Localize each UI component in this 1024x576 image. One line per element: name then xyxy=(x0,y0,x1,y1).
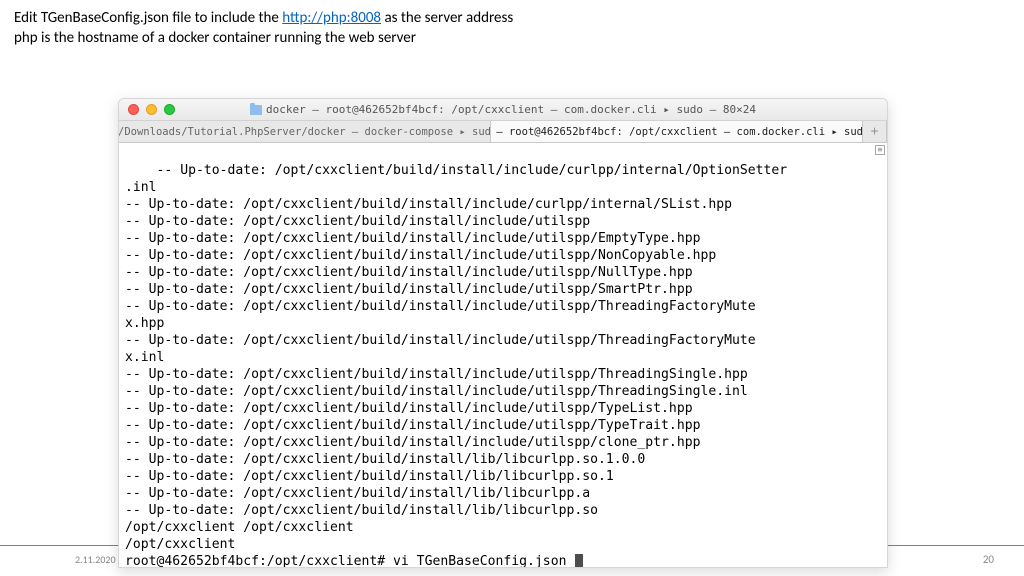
slide-number: 20 xyxy=(983,553,994,566)
server-url-link[interactable]: http://php:8008 xyxy=(282,9,381,27)
slide-instruction: Edit TGenBaseConfig.json file to include… xyxy=(14,8,513,49)
tab-bar: ~/Downloads/Tutorial.PhpServer/docker — … xyxy=(119,121,887,143)
shell-prompt: root@462652bf4bcf:/opt/cxxclient# xyxy=(125,554,393,567)
terminal-output[interactable]: ≡-- Up-to-date: /opt/cxxclient/build/ins… xyxy=(119,143,887,567)
minimize-icon[interactable] xyxy=(146,104,157,115)
tab-cxxclient[interactable]: … — root@462652bf4bcf: /opt/cxxclient — … xyxy=(491,121,863,142)
tab-docker-compose[interactable]: ~/Downloads/Tutorial.PhpServer/docker — … xyxy=(119,121,491,142)
window-title: docker — root@462652bf4bcf: /opt/cxxclie… xyxy=(119,103,887,116)
window-titlebar[interactable]: docker — root@462652bf4bcf: /opt/cxxclie… xyxy=(119,99,887,121)
window-controls xyxy=(128,104,175,115)
shell-command: vi TGenBaseConfig.json xyxy=(393,554,574,567)
zoom-icon[interactable] xyxy=(164,104,175,115)
close-icon[interactable] xyxy=(128,104,139,115)
window-title-text: docker — root@462652bf4bcf: /opt/cxxclie… xyxy=(266,103,756,116)
instruction-line1-pre: Edit TGenBaseConfig.json file to include… xyxy=(14,9,282,27)
slide-date: 2.11.2020 xyxy=(75,553,116,566)
folder-icon xyxy=(250,105,262,115)
cursor-icon xyxy=(575,554,583,567)
terminal-window: docker — root@462652bf4bcf: /opt/cxxclie… xyxy=(118,98,888,568)
instruction-line1-post: as the server address xyxy=(381,9,513,27)
instruction-line2: php is the hostname of a docker containe… xyxy=(14,29,416,47)
new-tab-button[interactable]: + xyxy=(863,121,887,142)
scroll-indicator-icon: ≡ xyxy=(875,145,885,155)
